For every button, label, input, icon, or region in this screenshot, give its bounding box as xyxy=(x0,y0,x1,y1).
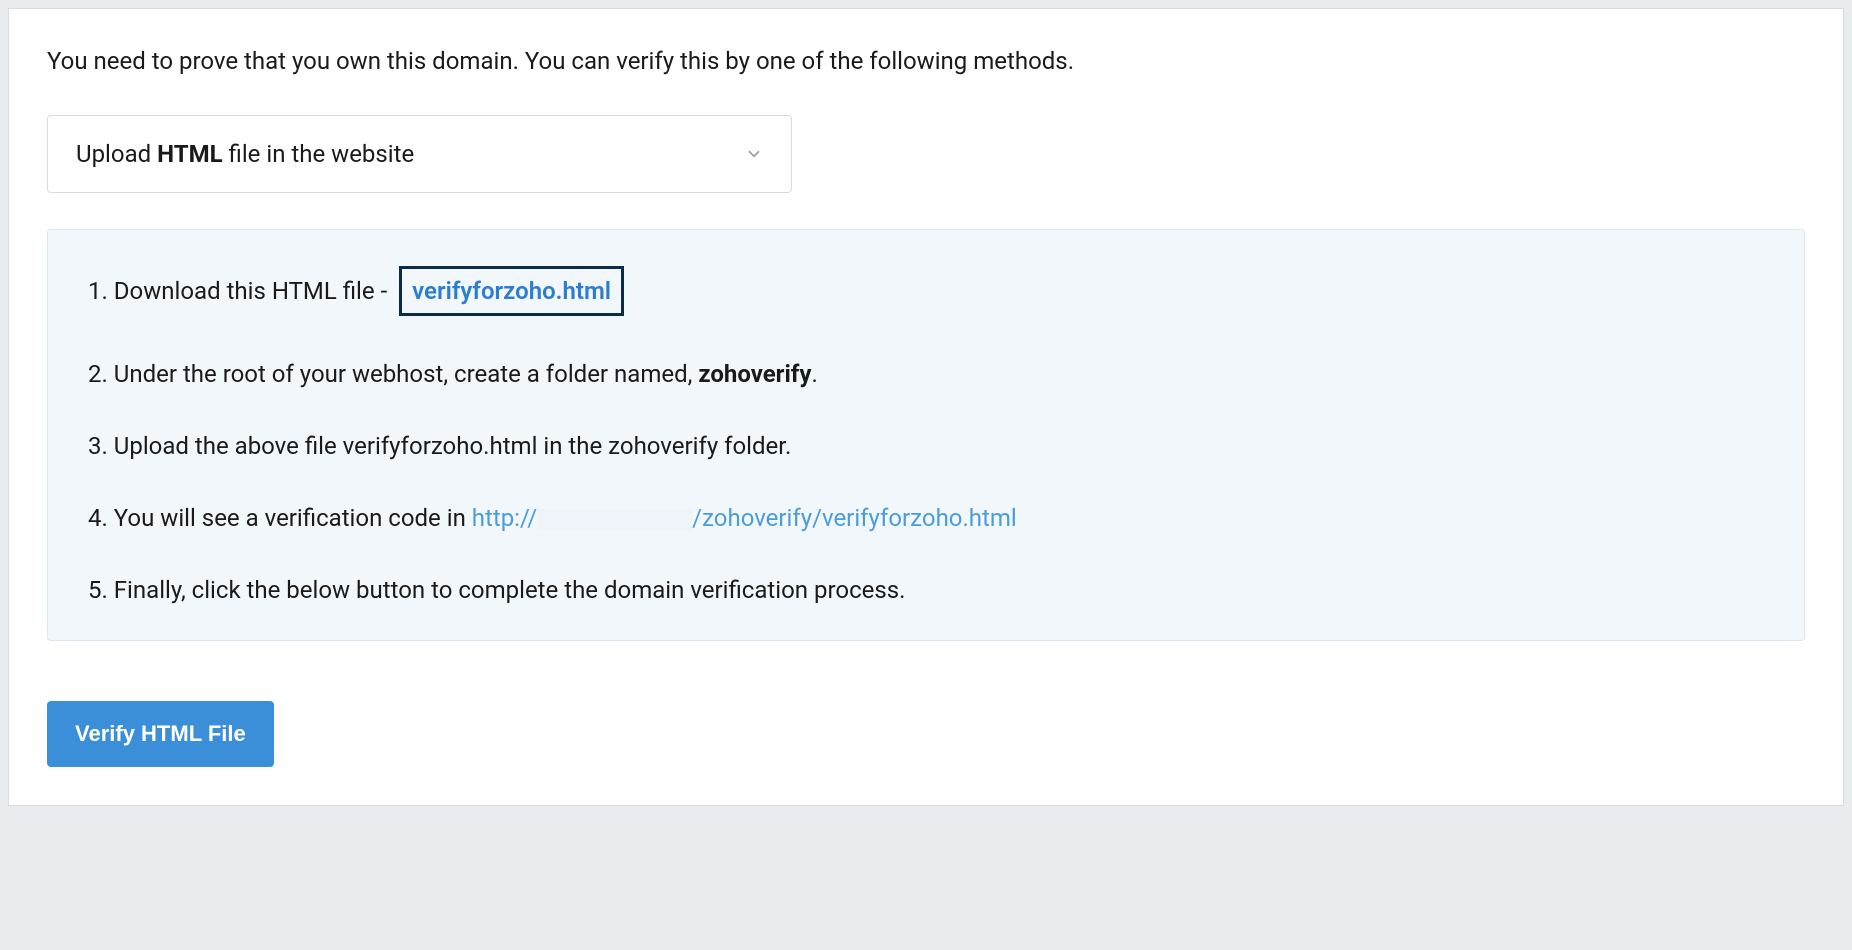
step-2: Under the root of your webhost, create a… xyxy=(88,360,1764,388)
chevron-down-icon xyxy=(745,145,763,163)
step-4: You will see a verification code in http… xyxy=(88,504,1764,532)
dropdown-bold: HTML xyxy=(157,140,222,168)
step-2-folder: zohoverify xyxy=(698,360,811,388)
url-domain-blank xyxy=(537,509,692,531)
url-suffix: /zohoverify/verifyforzoho.html xyxy=(692,504,1017,532)
verify-button[interactable]: Verify HTML File xyxy=(47,701,274,767)
instructions-list: Download this HTML file - verifyforzoho.… xyxy=(88,266,1764,604)
step-5: Finally, click the below button to compl… xyxy=(88,576,1764,604)
verification-url[interactable]: http:// /zohoverify/verifyforzoho.html xyxy=(472,504,1017,532)
step-2-prefix: Under the root of your webhost, create a… xyxy=(114,360,699,388)
file-link-box: verifyforzoho.html xyxy=(399,266,624,316)
step-2-suffix: . xyxy=(811,360,817,388)
main-panel: You need to prove that you own this doma… xyxy=(8,8,1844,806)
step-1: Download this HTML file - verifyforzoho.… xyxy=(88,266,1764,316)
dropdown-label: Upload HTML file in the website xyxy=(76,140,414,168)
step-3: Upload the above file verifyforzoho.html… xyxy=(88,432,1764,460)
verification-method-dropdown[interactable]: Upload HTML file in the website xyxy=(47,115,792,193)
dropdown-prefix: Upload xyxy=(76,140,157,168)
instructions-panel: Download this HTML file - verifyforzoho.… xyxy=(47,229,1805,641)
intro-text: You need to prove that you own this doma… xyxy=(47,47,1805,75)
dropdown-suffix: file in the website xyxy=(223,140,415,168)
step-4-prefix: You will see a verification code in xyxy=(114,504,472,532)
step-1-text: Download this HTML file - xyxy=(114,277,393,305)
url-prefix: http:// xyxy=(472,504,537,532)
download-file-link[interactable]: verifyforzoho.html xyxy=(412,277,611,305)
